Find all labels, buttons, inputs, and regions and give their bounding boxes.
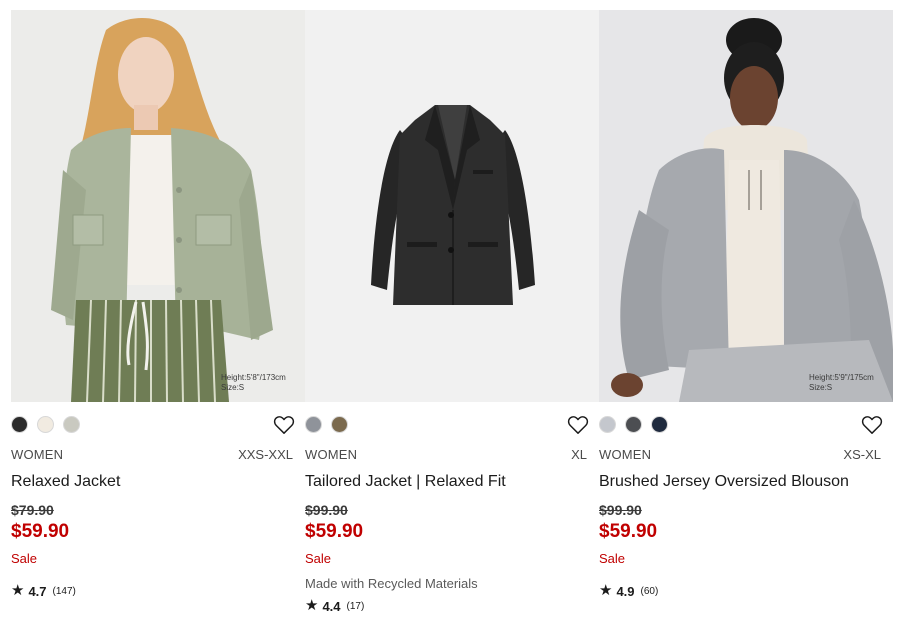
sale-price: $59.90 bbox=[305, 521, 364, 542]
color-swatches bbox=[305, 416, 348, 434]
product-card[interactable]: WOMEN XL Tailored Jacket | Relaxed Fit $… bbox=[305, 10, 599, 625]
model-size: Size:S bbox=[809, 383, 833, 392]
sale-flag: Sale bbox=[11, 551, 38, 566]
sale-flag: Sale bbox=[599, 551, 626, 566]
sale-price: $59.90 bbox=[599, 521, 658, 542]
product-name[interactable]: Brushed Jersey Oversized Blouson bbox=[599, 473, 849, 491]
model-height: Height:5'8"/173cm bbox=[221, 373, 286, 382]
original-price: $79.90 bbox=[11, 502, 54, 518]
color-swatches bbox=[11, 416, 80, 434]
sale-price: $59.90 bbox=[11, 521, 70, 542]
model-info: Height:5'8"/173cm Size:S bbox=[221, 373, 286, 393]
product-image[interactable] bbox=[305, 10, 599, 402]
product-size-range: XXS-XXL bbox=[238, 447, 293, 462]
rating-score: 4.7 bbox=[28, 583, 47, 599]
product-card[interactable]: Height:5'8"/173cm Size:S WOMEN XXS-XXL R… bbox=[11, 10, 305, 625]
review-count: (147) bbox=[52, 585, 76, 597]
star-icon: ★ bbox=[599, 582, 613, 599]
color-swatch[interactable] bbox=[305, 416, 322, 433]
product-rating: ★ 4.7 (147) bbox=[11, 583, 76, 599]
product-rating: ★ 4.4 (17) bbox=[305, 598, 364, 614]
product-note: Made with Recycled Materials bbox=[305, 576, 478, 591]
color-swatch[interactable] bbox=[625, 416, 642, 433]
rating-score: 4.4 bbox=[322, 598, 341, 614]
product-size-range: XL bbox=[571, 447, 587, 462]
heart-outline-icon[interactable] bbox=[861, 415, 883, 435]
sale-flag: Sale bbox=[305, 551, 332, 566]
product-gender: WOMEN bbox=[305, 447, 358, 462]
color-swatches bbox=[599, 416, 668, 434]
color-swatch[interactable] bbox=[37, 416, 54, 433]
product-gender: WOMEN bbox=[11, 447, 64, 462]
heart-outline-icon[interactable] bbox=[273, 415, 295, 435]
color-swatch[interactable] bbox=[651, 416, 668, 433]
review-count: (17) bbox=[346, 600, 365, 612]
color-swatch[interactable] bbox=[11, 416, 28, 433]
product-size-range: XS-XL bbox=[843, 447, 881, 462]
original-price: $99.90 bbox=[305, 502, 348, 518]
color-swatch[interactable] bbox=[63, 416, 80, 433]
product-card[interactable]: Height:5'9"/175cm Size:S WOMEN XS-XL Bru… bbox=[599, 10, 893, 625]
heart-outline-icon[interactable] bbox=[567, 415, 589, 435]
product-rating: ★ 4.9 (60) bbox=[599, 583, 658, 599]
star-icon: ★ bbox=[11, 582, 25, 599]
model-info: Height:5'9"/175cm Size:S bbox=[809, 373, 874, 393]
product-image[interactable]: Height:5'8"/173cm Size:S bbox=[11, 10, 305, 402]
model-size: Size:S bbox=[221, 383, 245, 392]
original-price: $99.90 bbox=[599, 502, 642, 518]
color-swatch[interactable] bbox=[599, 416, 616, 433]
product-image[interactable]: Height:5'9"/175cm Size:S bbox=[599, 10, 893, 402]
star-icon: ★ bbox=[305, 597, 319, 614]
product-name[interactable]: Relaxed Jacket bbox=[11, 473, 120, 491]
product-name[interactable]: Tailored Jacket | Relaxed Fit bbox=[305, 473, 506, 491]
review-count: (60) bbox=[640, 585, 659, 597]
product-gender: WOMEN bbox=[599, 447, 652, 462]
model-height: Height:5'9"/175cm bbox=[809, 373, 874, 382]
color-swatch[interactable] bbox=[331, 416, 348, 433]
product-grid: Height:5'8"/173cm Size:S WOMEN XXS-XXL R… bbox=[11, 10, 893, 625]
rating-score: 4.9 bbox=[616, 583, 635, 599]
